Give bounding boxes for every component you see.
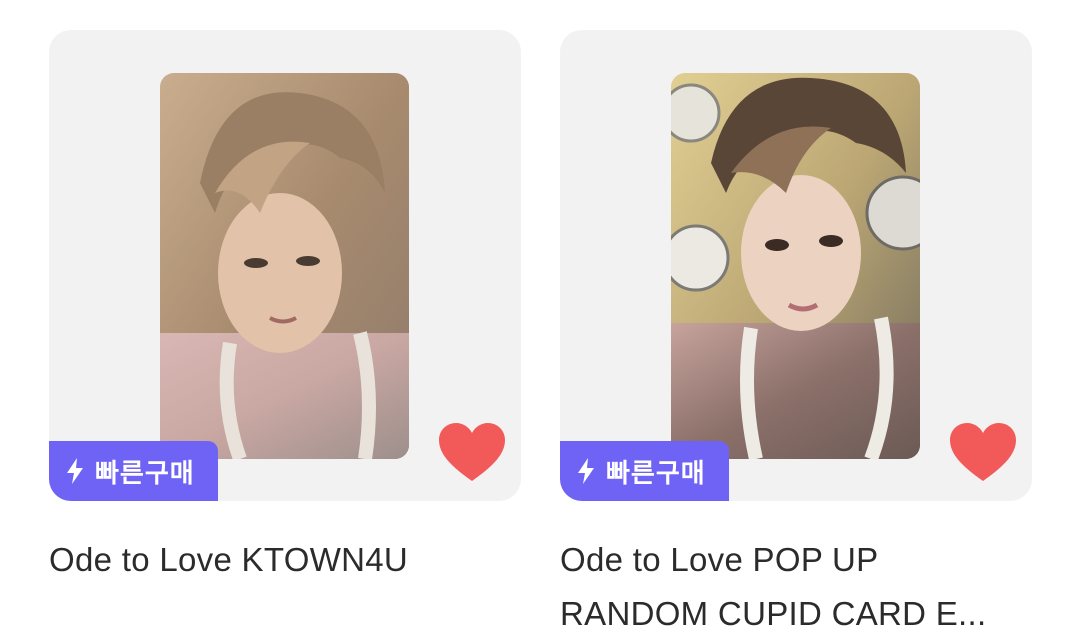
badge-label: 빠른구매 (606, 458, 706, 489)
photocard-image (160, 73, 409, 459)
quick-buy-badge: 빠른구매 (49, 441, 218, 501)
heart-icon[interactable] (439, 423, 505, 483)
product-title[interactable]: Ode to Love KTOWN4U (49, 533, 521, 587)
lightning-bolt-icon (578, 458, 594, 484)
product-title[interactable]: Ode to Love POP UP RANDOM CUPID CARD E..… (560, 533, 1032, 641)
lightning-bolt-icon (67, 458, 83, 484)
heart-icon[interactable] (950, 423, 1016, 483)
photocard-image (671, 73, 920, 459)
product-title-line1: Ode to Love POP UP (560, 541, 879, 578)
product-thumbnail[interactable]: 빠른구매 (49, 30, 521, 501)
product-grid: 빠른구매 Ode to Love KTOWN4U 빠른구매 Ode to Lov… (0, 0, 1080, 641)
quick-buy-badge: 빠른구매 (560, 441, 729, 501)
product-title-line2: RANDOM CUPID CARD E... (560, 595, 987, 632)
badge-label: 빠른구매 (95, 458, 195, 489)
product-card[interactable]: 빠른구매 Ode to Love KTOWN4U (49, 30, 521, 587)
product-thumbnail[interactable]: 빠른구매 (560, 30, 1032, 501)
product-card[interactable]: 빠른구매 Ode to Love POP UP RANDOM CUPID CAR… (560, 30, 1032, 641)
